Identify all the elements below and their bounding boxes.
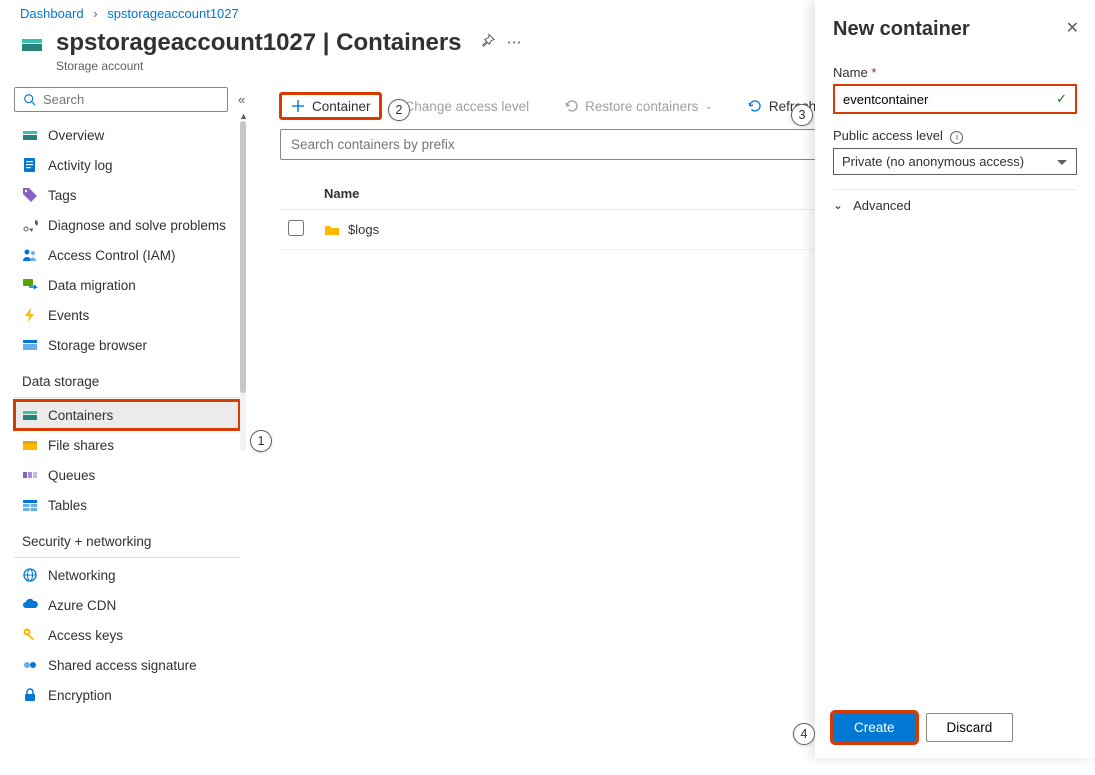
- sidebar-item-activity-log[interactable]: Activity log: [14, 150, 240, 180]
- advanced-toggle[interactable]: ⌄ Advanced: [833, 189, 1077, 221]
- restore-containers-button[interactable]: Restore containers ⌄: [553, 93, 723, 119]
- callout-2: 2: [388, 99, 410, 121]
- sidebar-item-label: Overview: [48, 128, 104, 143]
- sidebar-item-label: File shares: [48, 438, 114, 453]
- access-control-icon: [22, 247, 38, 263]
- queues-icon: [22, 467, 38, 483]
- sidebar-item-label: Diagnose and solve problems: [48, 218, 226, 233]
- sidebar-item-label: Queues: [48, 468, 95, 483]
- sidebar-item-tables[interactable]: Tables: [14, 490, 240, 520]
- section-data-storage: Data storage: [14, 360, 240, 395]
- name-label: Name *: [833, 65, 1077, 80]
- search-icon: [23, 93, 37, 107]
- page-title: spstorageaccount1027 | Containers: [56, 29, 462, 57]
- sidebar-item-label: Access Control (IAM): [48, 248, 176, 263]
- sidebar-item-label: Access keys: [48, 628, 123, 643]
- panel-title: New container: [833, 18, 1077, 41]
- tables-icon: [22, 497, 38, 513]
- folder-icon: [324, 222, 340, 238]
- sidebar-item-label: Networking: [48, 568, 116, 583]
- sidebar-item-azure-cdn[interactable]: Azure CDN: [14, 590, 240, 620]
- tags-icon: [22, 187, 38, 203]
- sidebar-search-input[interactable]: [14, 87, 228, 112]
- pin-icon[interactable]: [480, 33, 495, 51]
- plus-icon: [290, 98, 306, 114]
- info-icon[interactable]: i: [950, 131, 963, 144]
- activity-log-icon: [22, 157, 38, 173]
- sidebar-item-containers[interactable]: Containers: [14, 400, 240, 430]
- row-checkbox[interactable]: [288, 220, 304, 236]
- events-icon: [22, 307, 38, 323]
- sidebar-item-storage-browser[interactable]: Storage browser: [14, 330, 240, 360]
- refresh-icon: [747, 98, 763, 114]
- sidebar-item-queues[interactable]: Queues: [14, 460, 240, 490]
- sidebar-item-tags[interactable]: Tags: [14, 180, 240, 210]
- page-subtitle: Storage account: [56, 59, 462, 73]
- sidebar-item-label: Activity log: [48, 158, 113, 173]
- file-shares-icon: [22, 437, 38, 453]
- breadcrumb-sep: ›: [93, 6, 97, 21]
- sidebar-item-label: Events: [48, 308, 89, 323]
- breadcrumb-resource[interactable]: spstorageaccount1027: [107, 6, 239, 21]
- advanced-label: Advanced: [853, 198, 911, 213]
- sidebar-item-encryption[interactable]: Encryption: [14, 680, 240, 710]
- lock-icon: [22, 687, 38, 703]
- new-container-panel: New container ✕ Name * ✓ Public access l…: [815, 0, 1095, 758]
- sas-icon: [22, 657, 38, 673]
- sidebar-item-label: Azure CDN: [48, 598, 116, 613]
- col-name[interactable]: Name: [324, 186, 875, 201]
- name-input[interactable]: ✓: [833, 84, 1077, 114]
- section-security: Security + networking: [14, 520, 240, 555]
- sidebar-item-label: Shared access signature: [48, 658, 197, 673]
- sidebar: « ▲ Overview Activity log Tags Diagnose …: [0, 87, 244, 775]
- cdn-icon: [22, 597, 38, 613]
- callout-3: 3: [791, 104, 813, 126]
- sidebar-item-access-control[interactable]: Access Control (IAM): [14, 240, 240, 270]
- sidebar-item-sas[interactable]: Shared access signature: [14, 650, 240, 680]
- callout-1: 1: [250, 430, 272, 452]
- sidebar-item-file-shares[interactable]: File shares: [14, 430, 240, 460]
- key-icon: [22, 627, 38, 643]
- more-icon[interactable]: ⋯: [507, 33, 522, 51]
- button-label: Restore containers: [585, 99, 698, 114]
- sidebar-item-diagnose[interactable]: Diagnose and solve problems: [14, 210, 240, 240]
- sidebar-item-data-migration[interactable]: Data migration: [14, 270, 240, 300]
- networking-icon: [22, 567, 38, 583]
- sidebar-item-label: Tables: [48, 498, 87, 513]
- storage-account-icon: [20, 33, 44, 57]
- sidebar-item-label: Encryption: [48, 688, 112, 703]
- breadcrumb-dashboard[interactable]: Dashboard: [20, 6, 84, 21]
- data-migration-icon: [22, 277, 38, 293]
- button-label: Container: [312, 99, 371, 114]
- change-access-button[interactable]: Change access level: [395, 94, 540, 119]
- undo-icon: [563, 98, 579, 114]
- chevron-down-icon: ⌄: [833, 198, 843, 212]
- storage-browser-icon: [22, 337, 38, 353]
- access-label: Public access level i: [833, 128, 1077, 144]
- diagnose-icon: [22, 217, 38, 233]
- sidebar-item-label: Data migration: [48, 278, 136, 293]
- access-level-select[interactable]: Private (no anonymous access): [833, 148, 1077, 175]
- sidebar-item-overview[interactable]: Overview: [14, 120, 240, 150]
- sidebar-item-label: Storage browser: [48, 338, 147, 353]
- row-name: $logs: [348, 222, 379, 237]
- button-label: Change access level: [405, 99, 530, 114]
- sidebar-item-networking[interactable]: Networking: [14, 560, 240, 590]
- chevron-down-icon: ⌄: [704, 101, 712, 112]
- sidebar-item-label: Tags: [48, 188, 77, 203]
- sidebar-item-events[interactable]: Events: [14, 300, 240, 330]
- check-icon: ✓: [1056, 91, 1067, 107]
- callout-4: 4: [793, 723, 815, 745]
- sidebar-item-access-keys[interactable]: Access keys: [14, 620, 240, 650]
- close-icon[interactable]: ✕: [1066, 18, 1079, 38]
- overview-icon: [22, 127, 38, 143]
- discard-button[interactable]: Discard: [926, 713, 1014, 742]
- create-button[interactable]: Create: [833, 713, 916, 742]
- add-container-button[interactable]: Container: [280, 93, 381, 119]
- containers-icon: [22, 407, 38, 423]
- sidebar-item-label: Containers: [48, 408, 113, 423]
